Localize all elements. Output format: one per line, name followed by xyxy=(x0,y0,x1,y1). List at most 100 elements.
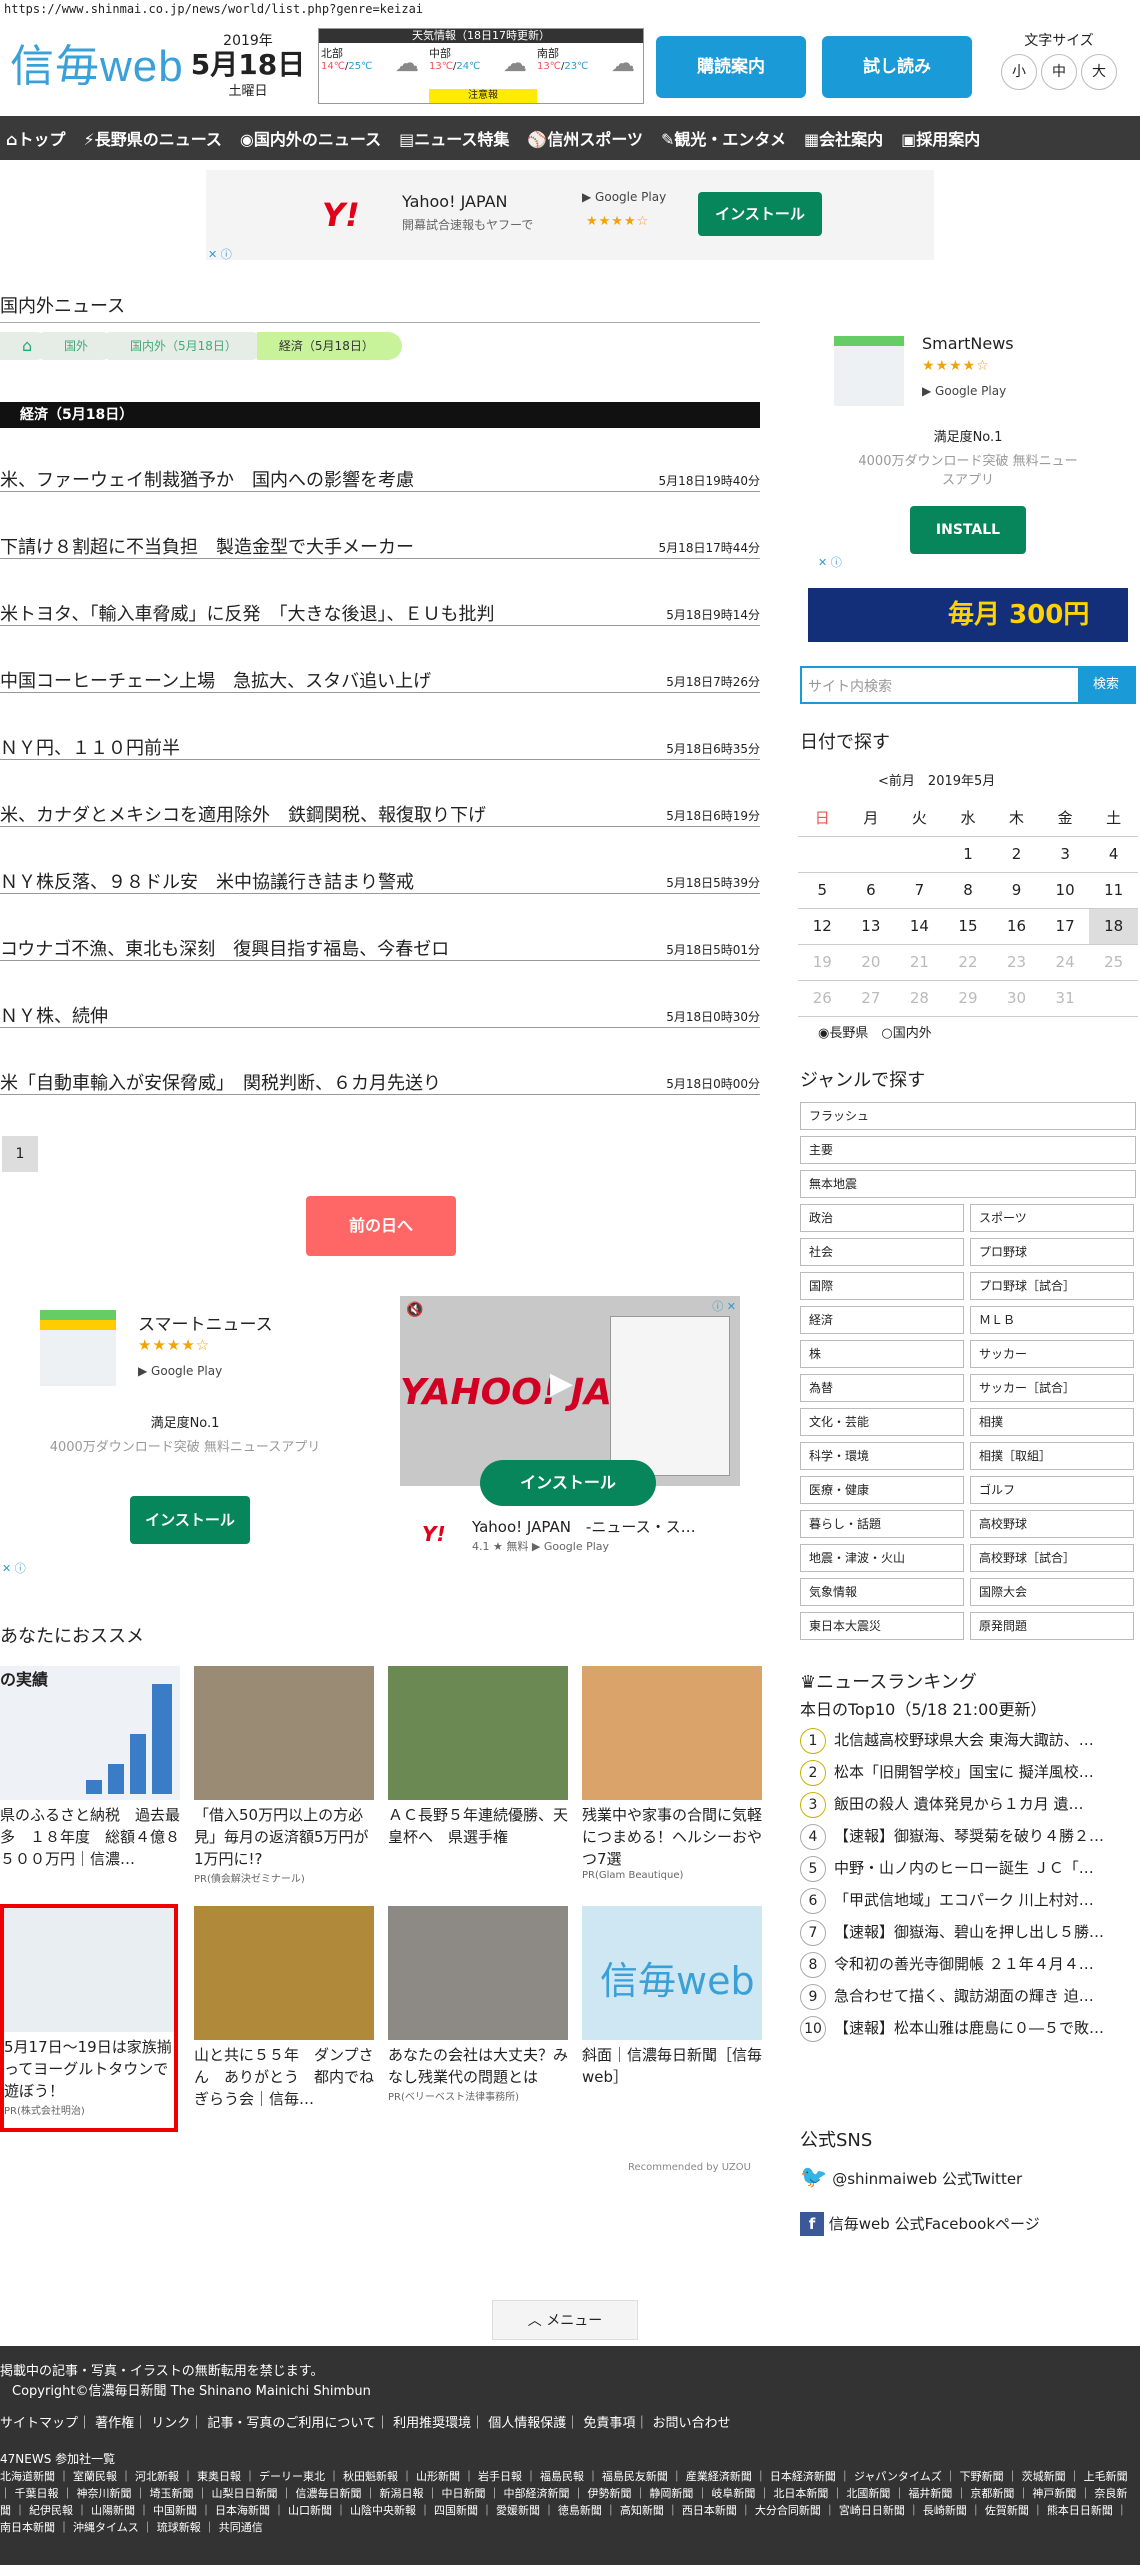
genre-link[interactable]: スポーツ xyxy=(970,1204,1134,1232)
font-large-button[interactable]: 大 xyxy=(1081,54,1117,90)
video-thumbnail[interactable]: 🔇 YAHOO! JAPAN ▶ ⓘ ✕ xyxy=(400,1296,740,1486)
card-title[interactable]: 残業中や家事の合間に気軽につまめる！ヘルシーおやつ7選 xyxy=(582,1804,762,1870)
cal-day[interactable]: 5 xyxy=(798,872,847,909)
article-title[interactable]: 中国コーヒーチェーン上場 急拡大、スタバ追い上げ xyxy=(0,667,431,693)
article-title[interactable]: 米、カナダとメキシコを適用除外 鉄鋼関税、報復取り下げ xyxy=(0,801,486,827)
genre-link[interactable]: 東日本大震災 xyxy=(800,1612,964,1640)
ad-choices-icon[interactable]: ⓘ ✕ xyxy=(712,1298,736,1314)
breadcrumb-item[interactable]: 国外 xyxy=(42,332,117,360)
ad-install-button[interactable]: インストール xyxy=(698,192,822,236)
card-title[interactable]: 山と共に５５年 ダンプさん ありがとう 都内でねぎらう会｜信毎… xyxy=(194,2044,374,2110)
cal-day[interactable]: 10 xyxy=(1040,872,1090,909)
cal-day[interactable]: 4 xyxy=(1089,836,1138,873)
genre-link[interactable]: 相撲 xyxy=(970,1408,1134,1436)
article-item[interactable]: 米「自動車輸入が安保脅威」 関税判断、６カ月先送り 5月18日0時00分 xyxy=(0,1065,760,1095)
genre-link[interactable]: 株 xyxy=(800,1340,964,1368)
menu-button[interactable]: ︿ メニュー xyxy=(492,2300,638,2340)
nav-entertainment[interactable]: ✎観光・エンタメ xyxy=(661,126,786,150)
article-title[interactable]: コウナゴ不漁、東北も深刻 復興目指す福島、今春ゼロ xyxy=(0,935,449,961)
article-title[interactable]: 米トヨタ、「輸入車脅威」に反発 「大きな後退」、ＥＵも批判 xyxy=(0,600,494,626)
genre-link[interactable]: 為替 xyxy=(800,1374,964,1402)
top-ad-banner[interactable]: Y! Yahoo! JAPAN 開幕試合速報もヤフーで ▶ Google Pla… xyxy=(206,170,934,260)
nav-company[interactable]: ▦会社案内 xyxy=(804,126,883,150)
premium-banner[interactable]: 毎月 300円 xyxy=(808,588,1128,642)
genre-link[interactable]: 国際大会 xyxy=(970,1578,1134,1606)
search-input[interactable]: サイト内検索 xyxy=(808,676,892,696)
card-title[interactable]: 県のふるさと納税 過去最多 １８年度 総額４億８５００万円｜信濃… xyxy=(0,1804,180,1870)
article-title[interactable]: 米「自動車輸入が安保脅威」 関税判断、６カ月先送り xyxy=(0,1069,441,1095)
article-item[interactable]: コウナゴ不漁、東北も深刻 復興目指す福島、今春ゼロ 5月18日5時01分 xyxy=(0,931,760,961)
ranking-item[interactable]: 6 「甲武信地域」エコパーク 川上村対… xyxy=(800,1888,1136,1918)
cal-day[interactable]: 1 xyxy=(943,836,993,873)
ad-install-button[interactable]: インストール xyxy=(480,1460,656,1506)
smartnews-ad[interactable]: スマートニュース ★★★★☆ ▶ Google Play 満足度No.1 400… xyxy=(0,1290,370,1560)
ad-choices-icon[interactable]: ✕ ⓘ xyxy=(2,1560,26,1576)
cal-day[interactable]: 7 xyxy=(895,872,944,909)
ranking-item[interactable]: 9 急合わせて描く、諏訪湖面の輝き 迫… xyxy=(800,1984,1136,2014)
nav-world[interactable]: ◉国内外のニュース xyxy=(240,126,381,150)
ranking-item[interactable]: 2 松本「旧開智学校」国宝に 擬洋風校… xyxy=(800,1760,1136,1790)
radio-world[interactable]: ○国内外 xyxy=(881,1026,931,1041)
prev-month-link[interactable]: <前月 xyxy=(878,774,915,789)
genre-link[interactable]: 主要 xyxy=(800,1136,1136,1164)
article-title[interactable]: ＮＹ株、続伸 xyxy=(0,1002,108,1028)
recommend-card[interactable]: 5月17日〜19日は家族揃ってヨーグルトタウンで遊ぼう！ PR(株式会社明治) xyxy=(0,1904,178,2132)
ranking-item[interactable]: 3 飯田の殺人 遺体発見から１カ月 遺… xyxy=(800,1792,1136,1822)
radio-nagano[interactable]: ◉長野県 xyxy=(818,1026,868,1041)
genre-link[interactable]: 科学・環境 xyxy=(800,1442,964,1470)
genre-link[interactable]: 文化・芸能 xyxy=(800,1408,964,1436)
cal-day-selected[interactable]: 18 xyxy=(1089,908,1138,945)
weather-alert-badge[interactable]: 注意報 xyxy=(429,89,537,103)
cal-day[interactable]: 16 xyxy=(992,908,1041,945)
card-title[interactable]: ＡＣ長野５年連続優勝、天皇杯へ 県選手権 xyxy=(388,1804,568,1848)
article-item[interactable]: 米、ファーウェイ制裁猶予か 国内への影響を考慮 5月18日19時40分 xyxy=(0,462,760,492)
card-title[interactable]: あなたの会社は大丈夫？みなし残業代の問題とは xyxy=(388,2044,568,2088)
article-item[interactable]: 下請け８割超に不当負担 製造金型で大手メーカー 5月18日17時44分 xyxy=(0,529,760,559)
font-small-button[interactable]: 小 xyxy=(1001,54,1037,90)
genre-link[interactable]: 相撲［取組］ xyxy=(970,1442,1134,1470)
genre-link[interactable]: プロ野球［試合］ xyxy=(970,1272,1134,1300)
twitter-link[interactable]: 🐦 @shinmaiweb 公式Twitter xyxy=(800,2158,1022,2198)
ad-install-button[interactable]: INSTALL xyxy=(910,506,1026,554)
genre-link[interactable]: 地震・津波・火山 xyxy=(800,1544,964,1572)
cal-day[interactable]: 3 xyxy=(1040,836,1090,873)
recommend-card[interactable]: 信毎web 斜面｜信濃毎日新聞［信毎web］ xyxy=(582,1906,762,2088)
genre-link[interactable]: ゴルフ xyxy=(970,1476,1134,1504)
article-item[interactable]: 米、カナダとメキシコを適用除外 鉄鋼関税、報復取り下げ 5月18日6時19分 xyxy=(0,797,760,827)
footer-links[interactable]: サイトマップ｜ 著作権｜ リンク｜ 記事・写真のご利用について｜ 利用推奨環境｜… xyxy=(0,2412,731,2431)
nav-recruit[interactable]: ▣採用案内 xyxy=(901,126,980,150)
ad-choices-icon[interactable]: ✕ ⓘ xyxy=(208,246,232,262)
recommend-card[interactable]: ＡＣ長野５年連続優勝、天皇杯へ 県選手権 xyxy=(388,1666,568,1848)
ranking-item[interactable]: 5 中野・山ノ内のヒーロー誕生 ＪＣ「… xyxy=(800,1856,1136,1886)
nav-sports[interactable]: ⚾信州スポーツ xyxy=(527,126,643,150)
search-button[interactable]: 検索 xyxy=(1078,668,1134,702)
genre-link[interactable]: フラッシュ xyxy=(800,1102,1136,1130)
prev-day-button[interactable]: 前の日へ xyxy=(306,1196,456,1256)
ranking-item[interactable]: 7 【速報】御嶽海、碧山を押し出し５勝… xyxy=(800,1920,1136,1950)
genre-link[interactable]: ＭＬＢ xyxy=(970,1306,1134,1334)
article-title[interactable]: ＮＹ円、１１０円前半 xyxy=(0,734,180,760)
ranking-item[interactable]: 10 【速報】松本山雅は鹿島に０―５で敗… xyxy=(800,2016,1136,2046)
cal-day[interactable]: 13 xyxy=(846,908,896,945)
recommend-card[interactable]: 山と共に５５年 ダンプさん ありがとう 都内でねぎらう会｜信毎… xyxy=(194,1906,374,2110)
recommend-card[interactable]: 残業中や家事の合間に気軽につまめる！ヘルシーおやつ7選 PR(Glam Beau… xyxy=(582,1666,762,1881)
genre-link[interactable]: プロ野球 xyxy=(970,1238,1134,1266)
cal-day[interactable]: 14 xyxy=(895,908,944,945)
cal-day[interactable]: 8 xyxy=(943,872,993,909)
card-title[interactable]: 「借入50万円以上の方必見」毎月の返済額5万円が1万円に!? xyxy=(194,1804,374,1870)
cal-day[interactable]: 9 xyxy=(992,872,1041,909)
genre-link[interactable]: 原発問題 xyxy=(970,1612,1134,1640)
genre-link[interactable]: サッカー［試合］ xyxy=(970,1374,1134,1402)
ranking-item[interactable]: 1 北信越高校野球県大会 東海大諏訪、… xyxy=(800,1728,1136,1758)
cal-day[interactable]: 2 xyxy=(992,836,1041,873)
cal-day[interactable]: 15 xyxy=(943,908,993,945)
genre-link[interactable]: 国際 xyxy=(800,1272,964,1300)
ad-choices-icon[interactable]: ✕ ⓘ xyxy=(818,554,842,570)
breadcrumb-item[interactable]: 国内外（5月18日） xyxy=(108,332,265,360)
nav-feature[interactable]: ▤ニュース特集 xyxy=(399,126,509,150)
side-smartnews-ad[interactable]: SmartNews ★★★★☆ ▶ Google Play 満足度No.1 40… xyxy=(798,320,1138,560)
article-item[interactable]: 米トヨタ、「輸入車脅威」に反発 「大きな後退」、ＥＵも批判 5月18日9時14分 xyxy=(0,596,760,626)
ad-install-button[interactable]: インストール xyxy=(130,1496,250,1544)
article-title[interactable]: 下請け８割超に不当負担 製造金型で大手メーカー xyxy=(0,533,414,559)
genre-link[interactable]: 政治 xyxy=(800,1204,964,1232)
